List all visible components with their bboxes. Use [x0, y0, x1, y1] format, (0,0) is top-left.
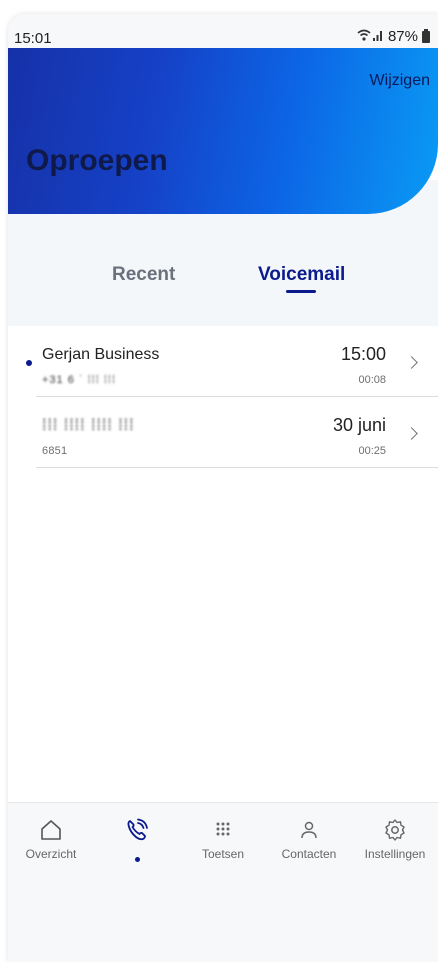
tab-bar: Recent Voicemail: [8, 214, 438, 326]
caller-number: +31 6 ˈ ⁞⁞⁞ ⁞⁞⁞: [42, 374, 117, 386]
status-indicators: 87%: [356, 28, 430, 45]
voicemail-time: 30 juni: [332, 415, 386, 435]
nav-instellingen[interactable]: Instellingen: [352, 817, 438, 861]
edit-button[interactable]: Wijzigen: [370, 72, 430, 90]
voicemail-list: Gerjan Business +31 6 ˈ ⁞⁞⁞ ⁞⁞⁞ 15:00 00…: [8, 326, 438, 468]
person-icon: [301, 821, 317, 839]
nav-label: Toetsen: [201, 847, 245, 861]
voicemail-duration: 00:25: [358, 445, 386, 457]
nav-overzicht[interactable]: Overzicht: [8, 817, 94, 861]
active-tab-indicator: [286, 290, 316, 293]
caller-name: ⁞⁞⁞ ⁞⁞⁞⁞ ⁞⁞⁞⁞ ⁞⁞⁞: [42, 417, 135, 434]
battery-icon: [422, 28, 430, 43]
nav-label: Contacten: [281, 847, 337, 861]
phone-call-icon: [127, 818, 148, 841]
voicemail-time: 15:00: [340, 344, 386, 364]
status-time: 15:01: [14, 30, 52, 47]
bottom-navigation: Overzicht Toetsen Contacten Instellingen: [8, 802, 438, 962]
app-frame: 15:01 87% Wijzigen Oproepen Recent Voice…: [8, 14, 438, 962]
page-title: Oproepen: [26, 144, 168, 177]
nav-label: Instellingen: [364, 847, 426, 861]
keypad-icon: [216, 822, 230, 836]
status-bar: 15:01 87%: [8, 14, 438, 48]
nav-label: Overzicht: [25, 847, 77, 861]
chevron-right-icon[interactable]: [405, 356, 418, 369]
caller-number: 6851: [42, 445, 68, 457]
voicemail-duration: 00:08: [358, 374, 386, 386]
voicemail-item[interactable]: Gerjan Business +31 6 ˈ ⁞⁞⁞ ⁞⁞⁞ 15:00 00…: [26, 326, 438, 397]
battery-percentage: 87%: [387, 28, 418, 45]
wifi-signal-icon: [356, 28, 384, 45]
gear-icon: [385, 819, 405, 841]
unread-indicator: [26, 360, 32, 366]
nav-oproepen[interactable]: [94, 817, 180, 862]
tab-voicemail[interactable]: Voicemail: [258, 264, 345, 286]
nav-toetsen[interactable]: Toetsen: [180, 817, 266, 861]
nav-contacten[interactable]: Contacten: [266, 817, 352, 861]
tab-recent[interactable]: Recent: [112, 264, 175, 286]
header: Wijzigen Oproepen: [8, 48, 438, 214]
home-icon: [41, 820, 61, 840]
caller-name: Gerjan Business: [42, 346, 160, 363]
voicemail-item[interactable]: ⁞⁞⁞ ⁞⁞⁞⁞ ⁞⁞⁞⁞ ⁞⁞⁞ 6851 30 juni 00:25: [36, 397, 438, 468]
chevron-right-icon[interactable]: [405, 427, 418, 440]
active-nav-indicator: [135, 857, 140, 862]
